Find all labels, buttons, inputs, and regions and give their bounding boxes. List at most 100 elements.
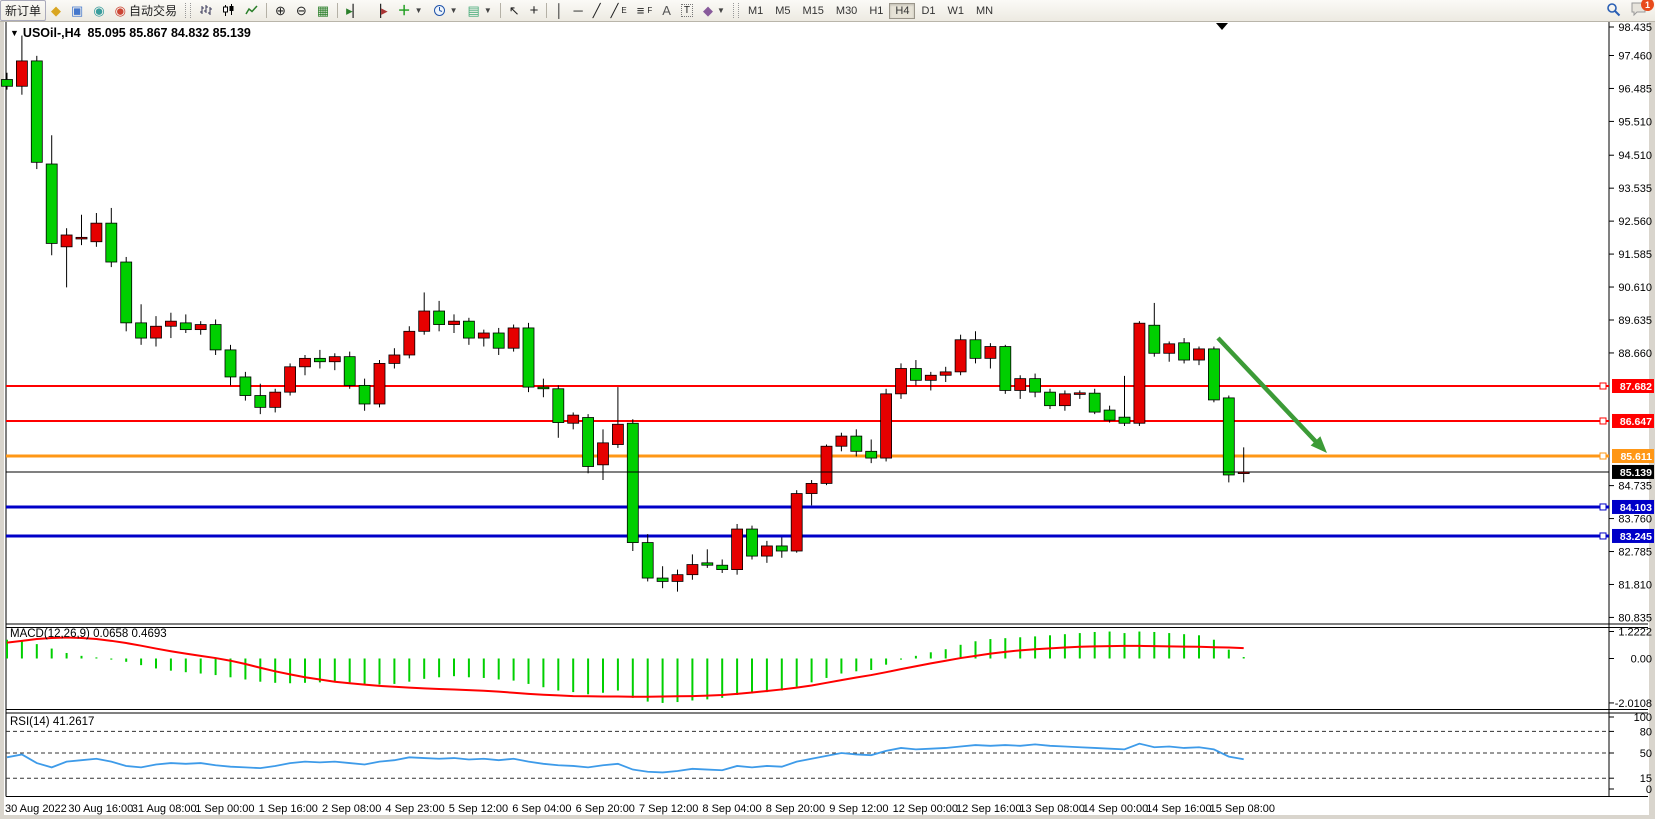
candle-body xyxy=(1015,379,1026,391)
candle-body xyxy=(76,237,87,239)
tf-d1[interactable]: D1 xyxy=(915,3,941,19)
candles-chart-icon[interactable] xyxy=(217,0,240,21)
candle-body xyxy=(583,418,594,467)
signals-icon[interactable]: ◉ xyxy=(88,0,109,21)
candle-body xyxy=(329,357,340,362)
candle-body xyxy=(165,321,176,326)
candle-body xyxy=(970,340,981,359)
fibonacci-icon[interactable]: ≡F xyxy=(632,0,657,21)
svg-text:85.139: 85.139 xyxy=(1620,467,1652,479)
tf-m30[interactable]: M30 xyxy=(830,3,863,19)
periods-button[interactable]: ▼ xyxy=(428,0,463,21)
svg-text:7 Sep 12:00: 7 Sep 12:00 xyxy=(639,803,698,815)
candle-body xyxy=(91,223,102,242)
svg-text:83.245: 83.245 xyxy=(1620,531,1652,543)
templates-button[interactable]: ▤▼ xyxy=(463,0,497,21)
chart-window-icon[interactable]: ▣ xyxy=(66,0,88,21)
candle-body xyxy=(300,358,311,366)
toolbar-grip[interactable] xyxy=(733,3,739,18)
tile-windows-icon[interactable]: ▦ xyxy=(312,0,334,21)
candle-body xyxy=(493,333,504,348)
toolbar-grip[interactable] xyxy=(185,3,191,18)
svg-text:87.682: 87.682 xyxy=(1620,381,1652,393)
svg-text:31 Aug 08:00: 31 Aug 08:00 xyxy=(132,803,197,815)
diamond-icon[interactable]: ◆ xyxy=(46,0,66,21)
hline-handle xyxy=(1600,533,1606,539)
tf-h1[interactable]: H1 xyxy=(863,3,889,19)
svg-text:83.760: 83.760 xyxy=(1618,514,1652,526)
candle-body xyxy=(121,262,132,323)
svg-text:97.460: 97.460 xyxy=(1618,51,1652,63)
text-icon[interactable]: A xyxy=(657,0,676,21)
candle-body xyxy=(761,546,772,556)
candle-body xyxy=(866,451,877,458)
tf-m1[interactable]: M1 xyxy=(742,3,769,19)
indicators-button[interactable]: ＋▼ xyxy=(393,0,428,21)
bars-chart-icon[interactable] xyxy=(194,0,217,21)
tf-mn[interactable]: MN xyxy=(970,3,999,19)
collapse-triangle-icon[interactable]: ▼ xyxy=(10,28,19,38)
text-label-icon[interactable]: T xyxy=(676,0,698,21)
new-order-button[interactable]: 新订单 xyxy=(0,0,46,21)
candle-body xyxy=(687,565,698,575)
tf-m15[interactable]: M15 xyxy=(797,3,830,19)
chart-canvas[interactable]: 98.43597.46096.48595.51094.51093.53592.5… xyxy=(0,20,1655,819)
candle-body xyxy=(836,436,847,446)
candle-body xyxy=(642,543,653,578)
line-chart-icon[interactable] xyxy=(240,0,263,21)
svg-text:1 Sep 00:00: 1 Sep 00:00 xyxy=(195,803,254,815)
candle-body xyxy=(434,311,445,325)
ohlc-values: 85.095 85.867 84.832 85.139 xyxy=(88,26,251,40)
horizontal-line-icon[interactable]: ─ xyxy=(569,0,588,21)
svg-text:92.560: 92.560 xyxy=(1618,216,1652,228)
zoom-in-icon[interactable]: ⊕ xyxy=(270,0,291,21)
candle-body xyxy=(463,321,474,338)
tf-h4[interactable]: H4 xyxy=(889,3,915,19)
candle-body xyxy=(732,529,743,570)
candle-body xyxy=(16,61,27,86)
candle-body xyxy=(195,325,206,330)
crosshair-icon[interactable]: + xyxy=(525,0,544,21)
candle-body xyxy=(1223,398,1234,475)
candle-body xyxy=(314,358,325,361)
candle-body xyxy=(672,575,683,582)
candle-body xyxy=(2,80,13,87)
equidistant-channel-icon[interactable]: ╱E xyxy=(606,0,632,21)
clock-icon xyxy=(433,4,446,17)
candle-body xyxy=(344,357,355,386)
candle-body xyxy=(359,385,370,404)
candle-body xyxy=(925,375,936,380)
candle-body xyxy=(404,331,415,355)
svg-text:90.610: 90.610 xyxy=(1618,282,1652,294)
candle-body xyxy=(210,325,221,350)
svg-text:14 Sep 00:00: 14 Sep 00:00 xyxy=(1083,803,1148,815)
hline-handle xyxy=(1600,453,1606,459)
macd-indicator-label: MACD(12,26,9) 0.0658 0.4693 xyxy=(10,628,167,640)
svg-text:13 Sep 08:00: 13 Sep 08:00 xyxy=(1019,803,1084,815)
chart-shift-icon[interactable]: ▕▸ xyxy=(367,0,393,21)
tf-w1[interactable]: W1 xyxy=(942,3,971,19)
svg-text:84.735: 84.735 xyxy=(1618,481,1652,493)
trendline-icon[interactable]: ╱ xyxy=(588,0,606,21)
vertical-line-icon[interactable]: │ xyxy=(550,0,568,21)
arrows-icon[interactable]: ◆▼ xyxy=(698,0,730,21)
candle-body xyxy=(553,389,564,423)
autotrade-button[interactable]: ◉自动交易 xyxy=(110,0,182,21)
candle-body xyxy=(985,347,996,359)
svg-text:8 Sep 20:00: 8 Sep 20:00 xyxy=(766,803,825,815)
tf-m5[interactable]: M5 xyxy=(769,3,796,19)
search-icon[interactable] xyxy=(1606,2,1621,20)
candle-body xyxy=(374,363,385,404)
svg-text:91.585: 91.585 xyxy=(1618,249,1652,261)
notifications-button[interactable]: 1 xyxy=(1631,2,1647,19)
auto-scroll-icon[interactable]: ▸▏ xyxy=(341,0,367,21)
cursor-icon[interactable]: ↖ xyxy=(504,0,525,21)
svg-text:93.535: 93.535 xyxy=(1618,183,1652,195)
candle-body xyxy=(776,546,787,551)
svg-text:1.2222: 1.2222 xyxy=(1618,626,1652,638)
candle-body xyxy=(1030,379,1041,393)
svg-text:14 Sep 16:00: 14 Sep 16:00 xyxy=(1146,803,1211,815)
zoom-out-icon[interactable]: ⊖ xyxy=(291,0,312,21)
time-axis[interactable]: 30 Aug 202230 Aug 16:0031 Aug 08:001 Sep… xyxy=(5,803,1275,815)
chart-background xyxy=(0,20,1655,819)
